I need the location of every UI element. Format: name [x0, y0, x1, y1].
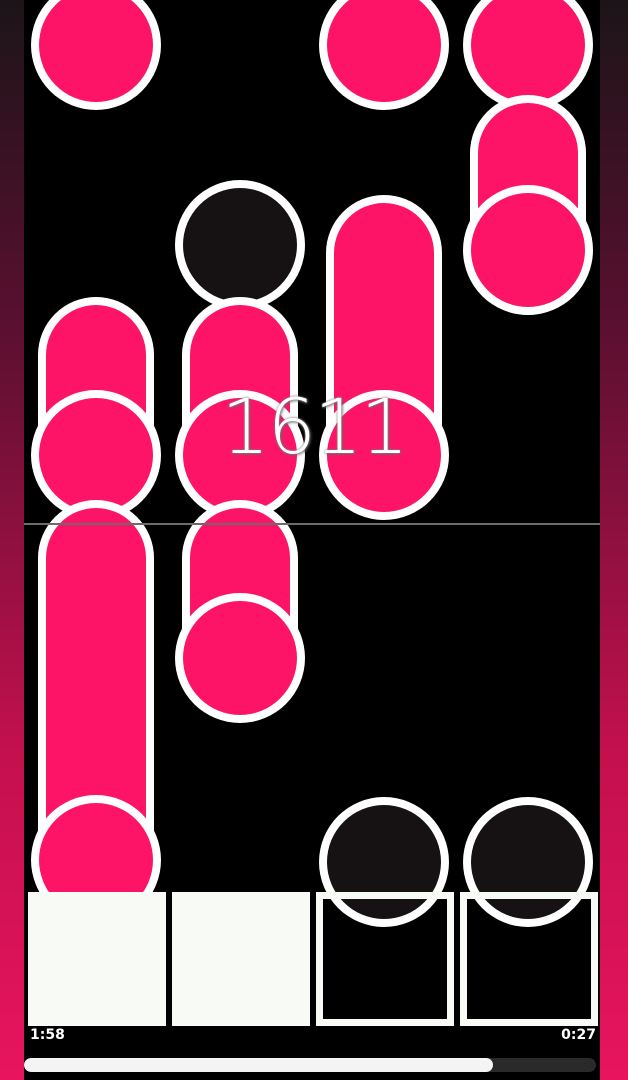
tap-note[interactable]: [31, 0, 161, 110]
elapsed-time: 1:58: [30, 1027, 65, 1043]
playfield: [24, 0, 600, 1080]
tap-note[interactable]: [463, 0, 593, 110]
hold-note[interactable]: [463, 95, 593, 315]
tap-note[interactable]: [319, 0, 449, 110]
right-border: [600, 0, 628, 1080]
receptor-lane-4[interactable]: [460, 892, 598, 1026]
score-counter: 1611: [221, 382, 408, 471]
empty-note[interactable]: [175, 180, 305, 310]
judgement-line: [24, 523, 600, 525]
remaining-time: 0:27: [561, 1027, 596, 1043]
hold-note[interactable]: [31, 500, 161, 925]
hold-note[interactable]: [319, 195, 449, 520]
receptor-lane-3[interactable]: [316, 892, 454, 1026]
hold-note[interactable]: [175, 500, 305, 723]
left-border: [0, 0, 24, 1080]
receptor-lane-1[interactable]: [28, 892, 166, 1026]
progress-fill: [24, 1058, 494, 1072]
receptor-lane-2[interactable]: [172, 892, 310, 1026]
song-progress-bar[interactable]: [24, 1058, 596, 1072]
